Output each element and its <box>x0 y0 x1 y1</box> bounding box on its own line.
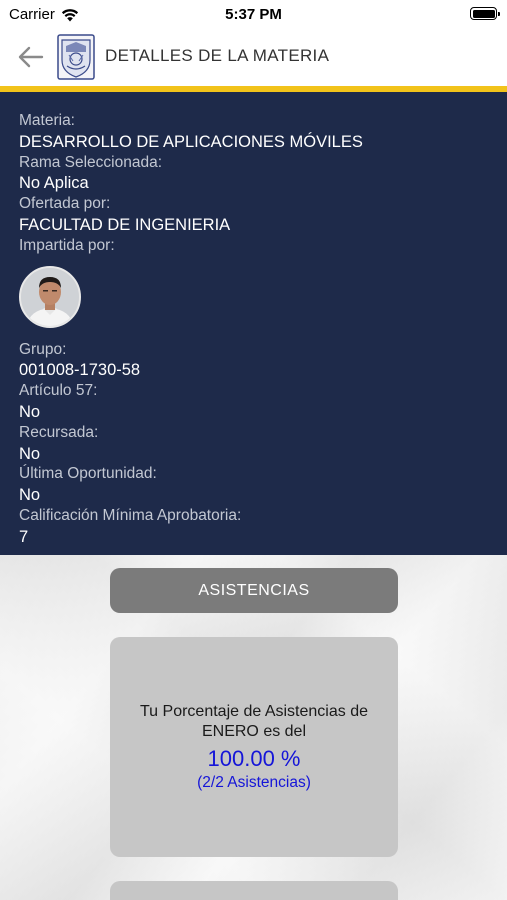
status-time: 5:37 PM <box>225 6 282 23</box>
articulo-value: No <box>19 402 41 421</box>
attendance-card[interactable]: Tu Porcentaje de Asistencias de ENERO es… <box>110 637 398 857</box>
status-bar: Carrier 5:37 PM <box>0 0 507 28</box>
teacher-avatar[interactable] <box>19 265 81 328</box>
recursada-value: No <box>19 444 41 463</box>
back-arrow-icon <box>18 46 44 68</box>
attendance-section: ASISTENCIAS Tu Porcentaje de Asistencias… <box>0 555 507 900</box>
back-button[interactable] <box>14 40 48 74</box>
rama-value: No Aplica <box>19 174 89 193</box>
ofertada-label: Ofertada por: <box>19 195 111 213</box>
teacher-photo-icon <box>21 267 79 326</box>
ultima-oportunidad-value: No <box>19 486 41 505</box>
articulo-label: Artículo 57: <box>19 382 98 400</box>
subject-details-panel: Materia: DESARROLLO DE APLICACIONES MÓVI… <box>0 92 507 555</box>
attendance-count: (2/2 Asistencias) <box>197 773 311 791</box>
page-title: DETALLES DE LA MATERIA <box>105 46 330 65</box>
attendance-percent: 100.00 % <box>207 745 301 771</box>
recursada-label: Recursada: <box>19 423 99 441</box>
calificacion-value: 7 <box>19 527 29 546</box>
rama-label: Rama Seleccionada: <box>19 153 163 171</box>
materia-label: Materia: <box>19 112 75 129</box>
navigation-bar: DETALLES DE LA MATERIA <box>0 28 507 86</box>
asistencias-button[interactable]: ASISTENCIAS <box>110 568 398 613</box>
ofertada-value: FACULTAD DE INGENIERIA <box>19 215 231 234</box>
grupo-value: 001008-1730-58 <box>19 361 141 380</box>
attendance-description: Tu Porcentaje de Asistencias de ENERO es… <box>140 702 368 740</box>
calificacion-label: Calificación Mínima Aprobatoria: <box>19 506 242 524</box>
attendance-card-next[interactable] <box>110 881 398 900</box>
battery-icon <box>470 7 500 20</box>
materia-value: DESARROLLO DE APLICACIONES MÓVILES <box>19 132 363 151</box>
ultima-oportunidad-label: Última Oportunidad: <box>19 465 157 483</box>
grupo-label: Grupo: <box>19 340 67 358</box>
impartida-label: Impartida por: <box>19 236 115 254</box>
university-crest-logo <box>57 34 95 80</box>
